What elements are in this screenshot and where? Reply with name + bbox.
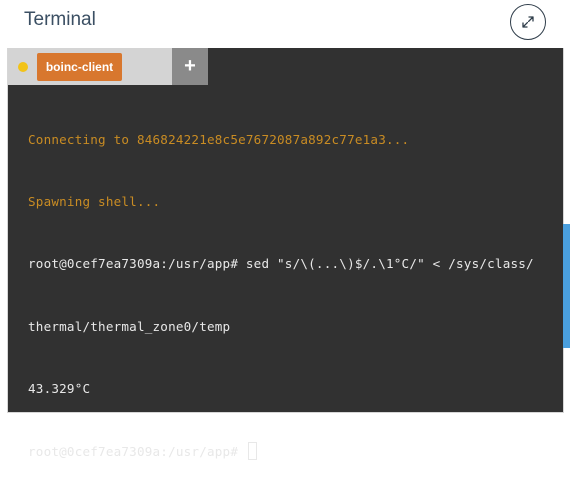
terminal-tab-bar: boinc-client + (8, 48, 208, 85)
terminal-cursor (247, 441, 257, 460)
scroll-indicator[interactable] (563, 224, 570, 348)
terminal-line: thermal/thermal_zone0/temp (28, 318, 231, 334)
panel-header: Terminal (8, 0, 570, 48)
status-dot-icon (18, 62, 28, 72)
terminal-border-left (7, 48, 8, 413)
expand-button[interactable] (510, 4, 546, 40)
terminal-line: Spawning shell... (28, 193, 161, 209)
terminal-line: Connecting to 846824221e8c5e7672087a892c… (28, 131, 410, 147)
panel-title: Terminal (24, 9, 96, 30)
add-tab-button[interactable]: + (172, 48, 208, 85)
terminal-line: 43.329°C (28, 381, 91, 397)
terminal-panel: Terminal boinc-client + Connecting to 84… (0, 0, 570, 460)
terminal-text: Connecting to 846824221e8c5e7672087a892c… (28, 88, 563, 504)
terminal-prompt: root@0cef7ea7309a:/usr/app# (28, 443, 246, 459)
terminal-line: root@0cef7ea7309a:/usr/app# sed "s/\(...… (28, 256, 534, 272)
terminal-prompt-line[interactable]: root@0cef7ea7309a:/usr/app# (28, 441, 563, 463)
tab-boinc-client[interactable]: boinc-client (37, 53, 122, 81)
expand-arrows-icon (522, 16, 534, 28)
